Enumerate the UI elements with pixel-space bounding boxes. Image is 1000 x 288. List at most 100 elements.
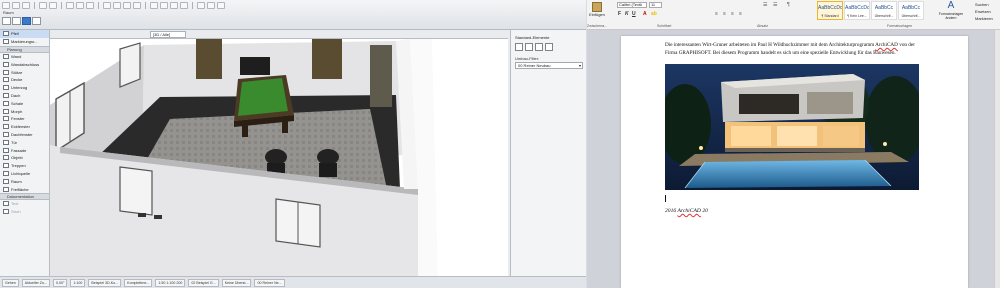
- vertical-scrollbar[interactable]: [994, 30, 1000, 288]
- statusbar-field-3[interactable]: 1:100: [70, 278, 86, 287]
- underline-button[interactable]: U: [632, 11, 636, 17]
- tool-planung-14[interactable]: Treppen: [0, 162, 49, 170]
- renovation-filter-select[interactable]: 00 Reiner Neubau ▾: [515, 62, 583, 69]
- tool-planung-10[interactable]: Dachfenster: [0, 131, 49, 139]
- section-icon[interactable]: [170, 2, 178, 9]
- statusbar-field-7[interactable]: 02 Beispiel G...: [188, 278, 219, 287]
- tool-planung-7[interactable]: Morph: [0, 107, 49, 115]
- italic-button[interactable]: K: [625, 11, 629, 17]
- tool-planung-3[interactable]: Decke: [0, 76, 49, 84]
- align-center-icon[interactable]: ≡: [723, 11, 726, 17]
- settings-icon[interactable]: [207, 2, 215, 9]
- orbit-icon[interactable]: [133, 2, 141, 9]
- select-button[interactable]: Markieren: [975, 15, 993, 22]
- save-icon[interactable]: [22, 2, 30, 9]
- undo-icon[interactable]: [39, 2, 47, 9]
- roof-icon[interactable]: [545, 43, 553, 51]
- bold-button[interactable]: F: [618, 11, 621, 17]
- pilcrow-icon[interactable]: ¶: [787, 2, 790, 8]
- wall-icon[interactable]: [515, 43, 523, 51]
- column-icon[interactable]: [535, 43, 543, 51]
- view-tab-3d[interactable]: [3D / Alle]: [150, 31, 186, 38]
- pencil-icon[interactable]: [76, 2, 84, 9]
- highlight-icon[interactable]: ab: [651, 11, 657, 17]
- statusbar-field-4[interactable]: Beispiel 3D-Ko...: [88, 278, 122, 287]
- window-select-icon[interactable]: [12, 17, 21, 25]
- statusbar-field-0[interactable]: Gehen: [2, 278, 19, 287]
- new-file-icon[interactable]: [2, 2, 10, 9]
- house-photo[interactable]: [665, 64, 919, 190]
- change-styles-button[interactable]: A Formatvorlagen ändern: [937, 1, 965, 21]
- redo-icon[interactable]: [49, 2, 57, 9]
- grid-icon[interactable]: [86, 2, 94, 9]
- tool-doku-0[interactable]: Text: [0, 200, 49, 208]
- move-icon[interactable]: [32, 17, 41, 25]
- zoom-out-icon[interactable]: [113, 2, 121, 9]
- image-caption[interactable]: 2016 ArchiCAD 20: [665, 208, 708, 214]
- tool-planung-16[interactable]: Raum: [0, 177, 49, 185]
- tool-planung-6[interactable]: Schale: [0, 99, 49, 107]
- tool-planung-8[interactable]: Fenster: [0, 115, 49, 123]
- 3d-viewport[interactable]: [50, 38, 508, 276]
- style-2[interactable]: AaBbCc Überschrif...: [871, 1, 897, 20]
- tool-planung-17[interactable]: Freifläche: [0, 185, 49, 193]
- help-icon[interactable]: [217, 2, 225, 9]
- fit-view-icon[interactable]: [123, 2, 131, 9]
- statusbar-field-2[interactable]: 0,00°: [52, 278, 68, 287]
- magic-wand-icon[interactable]: [66, 2, 74, 9]
- tool-planung-2[interactable]: Stütze: [0, 68, 49, 76]
- statusbar-field-6[interactable]: 1:50 1:100 200: [155, 278, 186, 287]
- align-right-icon[interactable]: ≡: [731, 11, 734, 17]
- paste-button[interactable]: Einfügen: [589, 2, 605, 20]
- tool-icon: [3, 178, 9, 184]
- document-paragraph[interactable]: Die interessanten Wirt-Gruner arbeiteten…: [665, 42, 925, 58]
- statusbar-field-5[interactable]: Komplettme...: [124, 278, 153, 287]
- layer-icon[interactable]: [150, 2, 158, 9]
- zoom-in-icon[interactable]: [103, 2, 111, 9]
- style-1[interactable]: AaBbCcDc ¶ Kein Lee...: [844, 1, 870, 20]
- tool-top-0[interactable]: Pfeil: [0, 30, 49, 38]
- tool-planung-4[interactable]: Unterzug: [0, 84, 49, 92]
- tool-planung-11[interactable]: Tür: [0, 138, 49, 146]
- statusbar-field-8[interactable]: Keine Überst...: [221, 278, 252, 287]
- style-3[interactable]: AaBbCc Überschrif...: [898, 1, 924, 20]
- tool-icon: [3, 108, 9, 114]
- font-size-select[interactable]: 11: [649, 2, 662, 8]
- statusbar-field-9[interactable]: 00 Reiner Ne...: [254, 278, 285, 287]
- tool-planung-15[interactable]: Lichtquelle: [0, 170, 49, 178]
- tool-planung-5[interactable]: Dach: [0, 92, 49, 100]
- 3d-view-icon[interactable]: [180, 2, 188, 9]
- tool-label: Objekt: [11, 155, 23, 161]
- open-file-icon[interactable]: [12, 2, 20, 9]
- font-color-icon[interactable]: A: [643, 11, 647, 17]
- font-name-select[interactable]: Calibri (Textk: [617, 2, 647, 8]
- slab-icon[interactable]: [525, 43, 533, 51]
- find-button[interactable]: Suchen: [975, 1, 993, 8]
- floor-plan-icon[interactable]: [160, 2, 168, 9]
- tool-planung-13[interactable]: Objekt: [0, 154, 49, 162]
- tool-planung-1[interactable]: Wandabschluss: [0, 60, 49, 68]
- render-icon[interactable]: [197, 2, 205, 9]
- single-select-icon[interactable]: [2, 17, 11, 25]
- tool-planung-9[interactable]: Eckfenster: [0, 123, 49, 131]
- tool-doku-1[interactable]: Stroh: [0, 208, 49, 216]
- toolbar-row-1: [2, 1, 584, 10]
- toolbox-section-planung[interactable]: Planung: [0, 45, 49, 53]
- document-page[interactable]: Die interessanten Wirt-Gruner arbeiteten…: [621, 36, 968, 288]
- tool-top-1[interactable]: Markierungsr...: [0, 38, 49, 46]
- bullets-icon[interactable]: ☰: [763, 2, 767, 8]
- style-0[interactable]: AaBbCcDc ¶ Standard: [817, 1, 843, 20]
- align-left-icon[interactable]: ≡: [715, 11, 718, 17]
- replace-button[interactable]: Ersetzen: [975, 8, 993, 15]
- numbering-icon[interactable]: ☰: [773, 2, 777, 8]
- panel-icon-row: [515, 43, 553, 51]
- statusbar-field-1[interactable]: Aktueller Zo...: [21, 278, 50, 287]
- tool-planung-0[interactable]: Wand: [0, 53, 49, 61]
- spelling-error-archicad: ArchiCAD: [875, 42, 898, 48]
- group-label-font: Schriftart: [657, 24, 672, 28]
- justify-icon[interactable]: ≡: [739, 11, 742, 17]
- marquee-select-icon[interactable]: [22, 17, 31, 25]
- tool-planung-12[interactable]: Fassade: [0, 146, 49, 154]
- toolbox-section-dokumentation[interactable]: Dokumentation: [0, 192, 49, 200]
- archicad-statusbar: Gehen Aktueller Zo... 0,00° 1:100 Beispiel 3…: [0, 276, 586, 288]
